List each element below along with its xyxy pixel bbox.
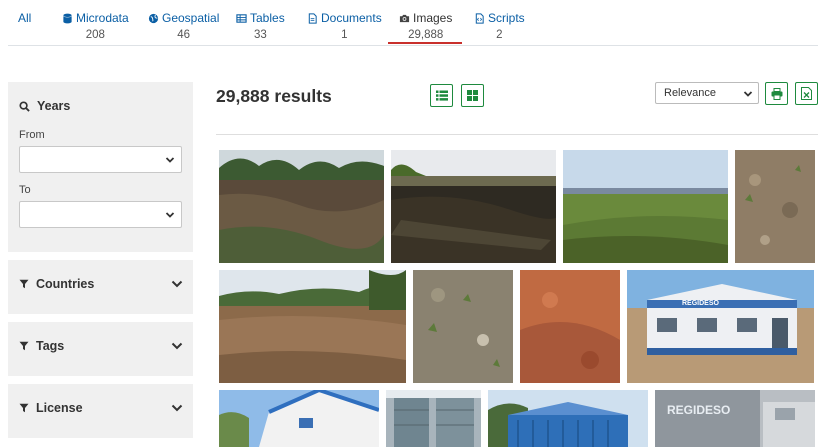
- building-photo: [219, 390, 379, 447]
- results-count: 29,888 results: [216, 86, 332, 106]
- database-icon: [63, 13, 72, 23]
- field-photo: [219, 150, 384, 263]
- results-divider: [216, 134, 818, 135]
- to-label: To: [19, 184, 31, 196]
- image-thumbnail[interactable]: [391, 150, 556, 263]
- tab-documents[interactable]: Documents 1: [307, 11, 382, 41]
- tags-title-text: Tags: [36, 339, 65, 353]
- chevron-down-icon: [743, 91, 753, 97]
- image-thumbnail[interactable]: [219, 270, 406, 383]
- chevron-down-icon[interactable]: [171, 279, 183, 289]
- regideso-sign: REGIDESO: [682, 300, 720, 307]
- tab-documents-label: Documents: [321, 11, 382, 25]
- tab-images-label: Images: [413, 11, 453, 25]
- from-label: From: [19, 129, 45, 141]
- globe-icon: [148, 13, 159, 23]
- table-icon: [236, 13, 247, 23]
- grid-icon: [467, 90, 478, 101]
- result-type-tabs: All Microdata 208 Geospatial 46 Tables 3…: [8, 0, 818, 46]
- field-photo: [391, 150, 556, 263]
- red-soil-photo: [520, 270, 620, 383]
- image-thumbnail[interactable]: [413, 270, 513, 383]
- field-photo: [219, 270, 406, 383]
- image-thumbnail[interactable]: [520, 270, 620, 383]
- image-thumbnail[interactable]: [488, 390, 648, 447]
- filter-icon: [19, 279, 29, 289]
- from-year-select[interactable]: [19, 146, 182, 173]
- excel-file-icon: [801, 87, 812, 100]
- tab-microdata-label: Microdata: [76, 11, 129, 25]
- tab-images-count: 29,888: [408, 29, 444, 41]
- chevron-down-icon: [165, 157, 175, 163]
- active-tab-indicator: [388, 42, 462, 44]
- regideso-building-photo: REGIDESO: [627, 270, 814, 383]
- license-filter-panel[interactable]: License: [8, 384, 193, 438]
- years-title-text: Years: [37, 99, 71, 113]
- tags-filter-panel[interactable]: Tags: [8, 322, 193, 376]
- tab-geospatial[interactable]: Geospatial 46: [148, 11, 219, 41]
- tab-microdata-count: 208: [85, 29, 105, 41]
- print-icon: [771, 87, 782, 100]
- list-view-button[interactable]: [430, 84, 453, 107]
- filter-icon: [19, 341, 29, 351]
- tab-tables-label: Tables: [250, 11, 285, 25]
- countries-title-text: Countries: [36, 277, 95, 291]
- countries-filter-panel[interactable]: Countries: [8, 260, 193, 314]
- years-filter-panel: Years From To: [8, 82, 193, 252]
- image-thumbnail[interactable]: [386, 390, 481, 447]
- tags-filter-title: Tags: [19, 339, 64, 353]
- chevron-down-icon[interactable]: [171, 341, 183, 351]
- tab-all-label: All: [18, 11, 32, 25]
- soil-photo: [413, 270, 513, 383]
- sort-select[interactable]: Relevance: [655, 82, 759, 104]
- tab-all[interactable]: All: [18, 11, 31, 25]
- filter-icon: [19, 403, 29, 413]
- license-title-text: License: [36, 401, 83, 415]
- list-icon: [435, 90, 448, 101]
- warehouse-photo: [488, 390, 648, 447]
- tab-geospatial-count: 46: [177, 29, 191, 41]
- tab-scripts[interactable]: Scripts 2: [474, 11, 525, 41]
- chevron-down-icon[interactable]: [171, 403, 183, 413]
- image-thumbnail[interactable]: [219, 390, 379, 447]
- grid-view-button[interactable]: [461, 84, 484, 107]
- search-icon: [19, 100, 30, 112]
- export-excel-button[interactable]: [795, 82, 818, 105]
- script-icon: [475, 12, 484, 24]
- soil-photo: [735, 150, 815, 263]
- sort-value: Relevance: [664, 87, 716, 99]
- tab-scripts-count: 2: [496, 29, 503, 41]
- to-year-select[interactable]: [19, 201, 182, 228]
- years-filter-title: Years: [19, 99, 70, 113]
- field-photo: [563, 150, 728, 263]
- regideso-wall-photo: REGIDESO: [655, 390, 815, 447]
- license-filter-title: License: [19, 401, 83, 415]
- camera-icon: [399, 14, 410, 22]
- image-thumbnail[interactable]: REGIDESO: [627, 270, 814, 383]
- tab-tables[interactable]: Tables 33: [236, 11, 285, 41]
- tab-documents-count: 1: [341, 29, 348, 41]
- tab-geospatial-label: Geospatial: [162, 11, 220, 25]
- tab-scripts-label: Scripts: [488, 11, 525, 25]
- print-button[interactable]: [765, 82, 788, 105]
- countries-filter-title: Countries: [19, 277, 94, 291]
- regideso-sign: REGIDESO: [667, 403, 730, 417]
- document-icon: [308, 12, 317, 24]
- image-thumbnail[interactable]: [563, 150, 728, 263]
- tab-microdata[interactable]: Microdata 208: [62, 11, 129, 41]
- gate-photo: [386, 390, 481, 447]
- image-thumbnail[interactable]: [735, 150, 815, 263]
- tab-tables-count: 33: [253, 29, 267, 41]
- image-thumbnail[interactable]: REGIDESO: [655, 390, 815, 447]
- chevron-down-icon: [165, 212, 175, 218]
- tab-images[interactable]: Images 29,888: [399, 11, 452, 41]
- image-thumbnail[interactable]: [219, 150, 384, 263]
